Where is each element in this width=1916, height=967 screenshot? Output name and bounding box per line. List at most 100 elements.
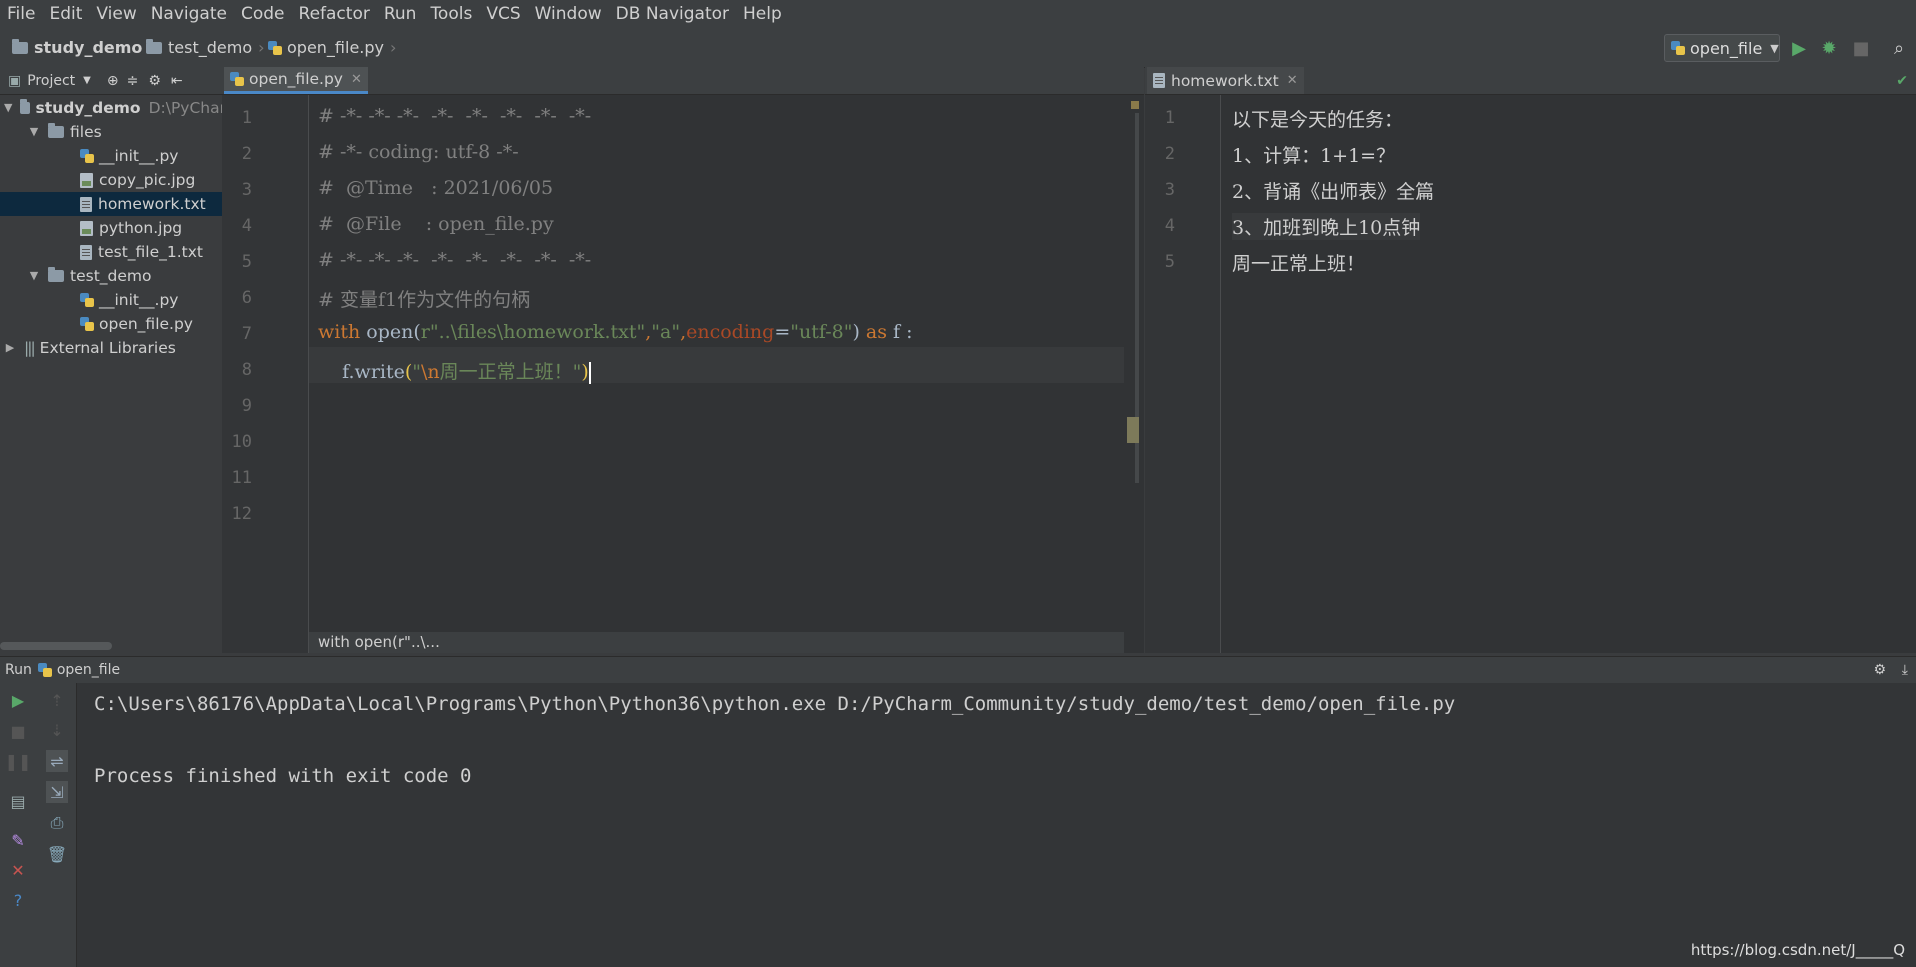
search-icon[interactable]: ⌕ [1887, 36, 1911, 60]
run-icon[interactable]: ▶ [1787, 36, 1811, 60]
soft-wrap-icon[interactable]: ⇌ [46, 750, 68, 772]
tree-item-init-py-2[interactable]: __init__.py [0, 288, 222, 312]
tree-item-label: homework.txt [98, 195, 206, 213]
text-editor[interactable]: 1 2 3 4 5 以下是今天的任务： 1、计算：1+1=？ 2、背诵《出师表》… [1145, 95, 1916, 653]
collapse-all-icon[interactable]: ≑ [127, 73, 139, 89]
tree-item-test-demo[interactable]: ▼ test_demo [0, 264, 222, 288]
tree-item-python-jpg[interactable]: python.jpg [0, 216, 222, 240]
tree-item-homework-txt[interactable]: homework.txt [0, 192, 222, 216]
gear-icon[interactable]: ⚙ [1873, 662, 1886, 678]
expand-arrow-icon[interactable]: ▼ [28, 264, 40, 288]
gear-icon[interactable]: ⚙ [148, 73, 161, 89]
run-tab-label[interactable]: open_file [57, 662, 120, 678]
code-line: with open(r"..\files\homework.txt","a",e… [318, 321, 913, 343]
print-icon[interactable]: ⎙ [46, 812, 68, 834]
line-number: 12 [231, 504, 252, 524]
run-console[interactable]: C:\Users\86176\AppData\Local\Programs\Py… [77, 683, 1916, 967]
code-breadcrumb[interactable]: with open(r"..\... [309, 632, 1124, 653]
navigation-bar: study_demo › test_demo › open_file.py › [0, 29, 1916, 68]
line-number: 6 [241, 288, 252, 308]
code-editor[interactable]: 1 2 3 4 5 6 7 8 9 10 11 12 # -*- -*- -*-… [222, 95, 1144, 653]
text-file-icon [80, 244, 92, 260]
expand-arrow-icon[interactable]: ▼ [28, 120, 40, 144]
tree-item-study-demo[interactable]: ▼ study_demo D:\PyChar [0, 96, 223, 120]
menu-window[interactable]: Window [528, 0, 609, 29]
close-icon[interactable]: ✕ [1287, 73, 1298, 88]
watermark-text: https://blog.csdn.net/J_____Q [1690, 941, 1905, 959]
close-icon[interactable]: ✕ [351, 72, 362, 87]
tree-item-init-py[interactable]: __init__.py [0, 144, 222, 168]
horizontal-scrollbar[interactable] [0, 642, 112, 650]
editor-tabbar-right: homework.txt ✕ ✔ [1145, 67, 1916, 95]
breadcrumb-folder[interactable]: test_demo › [146, 29, 265, 67]
code-token: \n [421, 361, 440, 383]
tree-item-external-libraries[interactable]: ▶ ||| External Libraries [0, 336, 222, 360]
run-tool-header: Run open_file ⚙ ⤓ [0, 656, 1916, 684]
stop-icon[interactable]: ■ [1849, 36, 1873, 60]
debug-icon[interactable]: ✹ [1817, 36, 1841, 60]
chevron-down-icon: ▼ [1770, 41, 1779, 55]
tab-homework-txt[interactable]: homework.txt ✕ [1147, 67, 1304, 94]
menu-db-navigator[interactable]: DB Navigator [609, 0, 736, 29]
project-view-selector[interactable]: Project [27, 73, 75, 89]
code-token: " [412, 361, 422, 383]
stop-icon[interactable]: ■ [7, 720, 29, 742]
rerun-icon[interactable]: ▶ [7, 689, 29, 711]
code-token: with [318, 321, 361, 343]
close-icon[interactable]: ✕ [7, 859, 29, 881]
text-line: 2、背诵《出师表》全篇 [1232, 181, 1435, 203]
locate-icon[interactable]: ⊕ [107, 73, 119, 89]
python-file-icon [1671, 41, 1685, 55]
scroll-to-end-icon[interactable]: ⇲ [46, 781, 68, 803]
folder-icon [12, 39, 28, 54]
tree-item-test-file-1[interactable]: test_file_1.txt [0, 240, 222, 264]
tree-item-copy-pic[interactable]: copy_pic.jpg [0, 168, 222, 192]
code-token: ( [413, 321, 421, 343]
breadcrumb-project[interactable]: study_demo › [12, 29, 155, 67]
text-file-icon [80, 196, 92, 212]
arrow-up-icon[interactable]: ⇡ [46, 689, 68, 711]
menu-vcs[interactable]: VCS [479, 0, 527, 29]
project-view-icon: ▣ [8, 72, 22, 89]
menu-refactor[interactable]: Refactor [292, 0, 377, 29]
trash-icon[interactable]: 🗑 [46, 843, 68, 865]
expand-arrow-icon[interactable]: ▶ [4, 336, 16, 360]
tab-label: open_file.py [249, 70, 343, 88]
menu-tools[interactable]: Tools [423, 0, 479, 29]
text-line: 周一正常上班！ [1232, 253, 1366, 275]
line-number: 7 [241, 324, 252, 344]
breadcrumb-file[interactable]: open_file.py › [268, 29, 396, 67]
menu-navigate[interactable]: Navigate [144, 0, 234, 29]
code-token: f : [887, 321, 913, 343]
scroll-marker[interactable] [1127, 417, 1139, 443]
chevron-down-icon[interactable]: ▼ [83, 75, 91, 86]
hide-panel-icon[interactable]: ⤓ [1902, 662, 1908, 678]
python-file-icon [268, 41, 282, 55]
pause-icon[interactable]: ❚❚ [5, 750, 32, 772]
menu-view[interactable]: View [89, 0, 143, 29]
menu-run[interactable]: Run [377, 0, 424, 29]
tree-item-label: open_file.py [99, 315, 193, 333]
expand-arrow-icon[interactable]: ▼ [4, 96, 12, 120]
text-caret [588, 362, 591, 384]
run-configuration-dropdown[interactable]: open_file ▼ [1664, 34, 1780, 62]
library-icon: ||| [24, 339, 36, 357]
code-token: r"..\files\homework.txt" [420, 321, 646, 343]
tree-item-files[interactable]: ▼ files [0, 120, 222, 144]
tree-item-label: __init__.py [99, 147, 179, 165]
help-icon[interactable]: ? [7, 889, 29, 911]
text-line: 1、计算：1+1=？ [1232, 145, 1396, 167]
tree-item-open-file-py[interactable]: open_file.py [0, 312, 222, 336]
hide-panel-icon[interactable]: ⇤ [171, 73, 183, 89]
menu-code[interactable]: Code [234, 0, 292, 29]
arrow-down-icon[interactable]: ⇣ [46, 719, 68, 741]
tab-open-file-py[interactable]: open_file.py ✕ [224, 67, 368, 94]
inspection-indicator[interactable] [1131, 101, 1139, 109]
code-token: ) [852, 321, 866, 343]
tree-item-path: D:\PyChar [148, 99, 223, 117]
menu-file[interactable]: File [0, 0, 42, 29]
layout-icon[interactable]: ▤ [7, 790, 29, 812]
menu-edit[interactable]: Edit [42, 0, 89, 29]
menu-help[interactable]: Help [736, 0, 789, 29]
pin-icon[interactable]: ✎ [7, 829, 29, 851]
